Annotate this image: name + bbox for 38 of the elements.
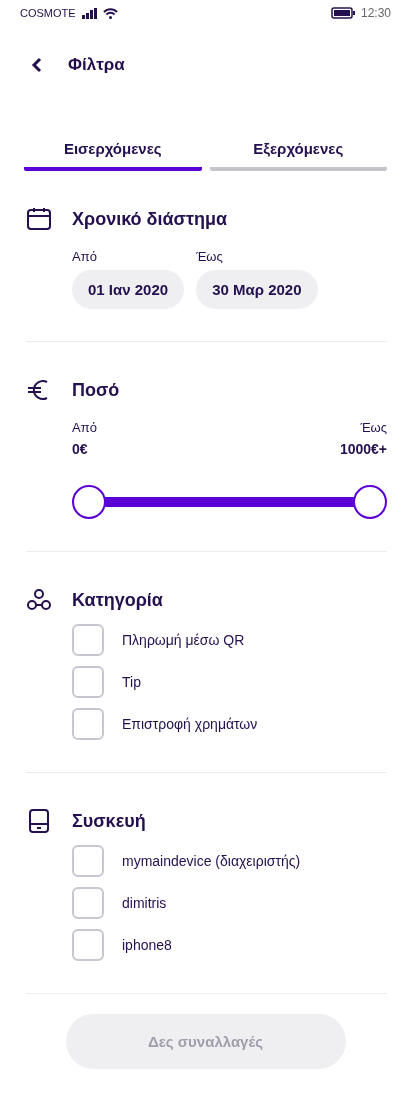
back-button[interactable]: [30, 57, 44, 73]
calendar-icon: [26, 206, 52, 232]
section-title: Ποσό: [72, 379, 120, 401]
clock-time: 12:30: [360, 6, 391, 20]
section-title: Χρονικό διάστημα: [72, 208, 227, 230]
checkbox[interactable]: [72, 929, 104, 961]
from-label: Από: [72, 249, 98, 264]
to-label: Έως: [196, 249, 224, 264]
from-label: Από: [72, 420, 97, 435]
checkbox[interactable]: [72, 845, 104, 877]
checkbox[interactable]: [72, 708, 104, 740]
max-amount: 1000€+: [339, 441, 387, 457]
slider-handle[interactable]: [353, 485, 387, 519]
page-title: Φίλτρα: [68, 55, 125, 75]
section-title: Συσκευή: [72, 810, 146, 832]
checkbox[interactable]: [72, 666, 104, 698]
tab[interactable]: Εισερχόμενες: [24, 136, 202, 171]
checkbox[interactable]: [72, 624, 104, 656]
checkbox-label: iphone8: [122, 937, 172, 953]
checkbox-label: Πληρωμή μέσω QR: [122, 632, 245, 648]
from-date-field[interactable]: 01 Ιαν 2020: [72, 270, 185, 309]
checkbox-label: Επιστροφή χρημάτων: [122, 716, 258, 732]
checkbox[interactable]: [72, 887, 104, 919]
checkbox-label: dimitris: [122, 895, 167, 911]
checkbox-label: Tip: [122, 674, 141, 690]
slider-handle[interactable]: [72, 485, 106, 519]
min-amount: 0€: [72, 441, 89, 457]
to-date-field[interactable]: 30 Μαρ 2020: [196, 270, 318, 309]
carrier-name: COSMOTE: [20, 7, 76, 19]
wifi-icon: [102, 7, 118, 19]
to-label: Έως: [360, 420, 387, 435]
section-title: Κατηγορία: [72, 589, 163, 611]
battery-icon: [330, 7, 355, 19]
tablet-icon: [26, 808, 52, 834]
nodes-icon: [26, 587, 52, 613]
tab[interactable]: Εξερχόμενες: [209, 136, 387, 171]
signal-icon: [81, 7, 97, 19]
checkbox-label: mymaindevice (διαχειριστής): [122, 853, 301, 869]
